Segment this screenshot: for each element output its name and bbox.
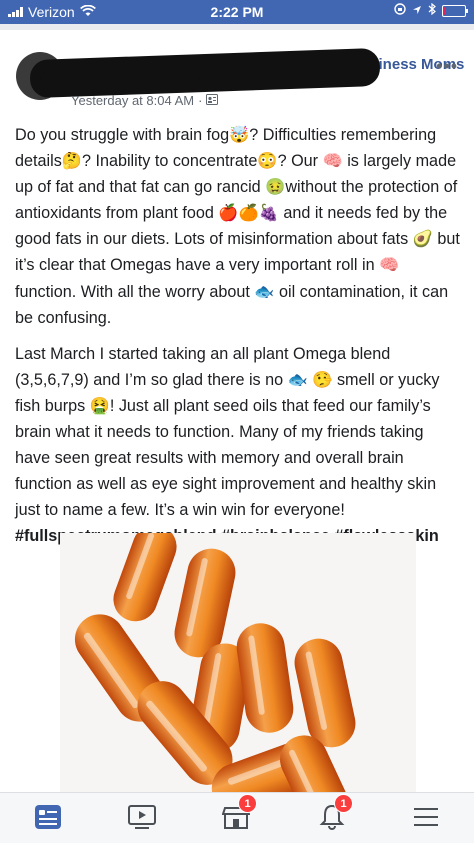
news-feed-icon — [35, 805, 61, 829]
post-paragraph: Last March I started taking an all plant… — [15, 344, 440, 520]
notifications-badge: 1 — [334, 794, 353, 813]
notifications-tab[interactable]: 1 — [316, 794, 353, 831]
post-paragraph: Do you struggle with brain fog🤯? Difficu… — [15, 126, 460, 327]
audience-group-icon — [206, 93, 219, 108]
post-photo[interactable] — [60, 533, 416, 792]
rotation-lock-icon — [394, 3, 406, 18]
marketplace-badge: 1 — [238, 794, 257, 813]
battery-icon — [442, 4, 468, 17]
capsule — [236, 623, 294, 733]
meta-separator: · — [198, 93, 203, 108]
hamburger-menu-icon — [414, 808, 438, 826]
post-card: Jennifer Wood | TeaBrink | Frisco Area B… — [0, 30, 474, 792]
post-meta: Yesterday at 8:04 AM · — [71, 93, 219, 108]
marketplace-tab[interactable]: 1 — [220, 794, 257, 831]
bluetooth-icon — [428, 2, 436, 18]
menu-tab[interactable] — [410, 803, 442, 831]
capsule — [294, 638, 356, 748]
redaction-scribble — [40, 72, 200, 90]
location-icon — [412, 4, 422, 18]
battery-level — [444, 6, 446, 15]
bottom-nav: 1 1 — [0, 792, 474, 843]
capsule — [113, 533, 177, 622]
post-timestamp[interactable]: Yesterday at 8:04 AM — [71, 93, 194, 108]
news-feed-tab[interactable] — [32, 803, 64, 831]
watch-tab[interactable] — [126, 803, 158, 831]
video-icon — [128, 805, 156, 829]
post-body: Do you struggle with brain fog🤯? Difficu… — [15, 122, 460, 550]
status-bar: Verizon 2:22 PM — [0, 0, 474, 24]
post-more-options-button[interactable]: ••• — [436, 56, 458, 77]
status-icons — [394, 2, 468, 18]
